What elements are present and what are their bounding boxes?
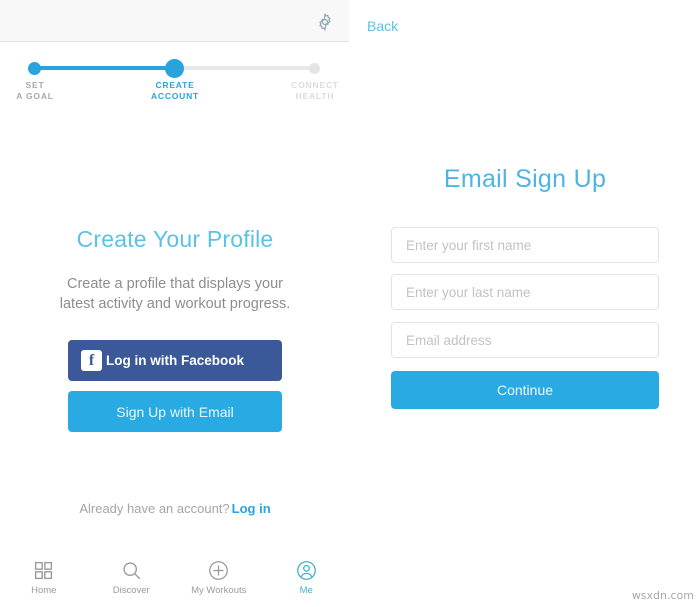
watermark: wsxdn.com — [631, 589, 694, 602]
facebook-icon: f — [81, 350, 102, 371]
create-profile-screen: SET A GOAL CREATE ACCOUNT CONNECT HEALTH… — [0, 0, 350, 607]
page-title: Create Your Profile — [76, 226, 274, 252]
signup-email-button[interactable]: Sign Up with Email — [68, 391, 282, 432]
grid-icon — [35, 561, 53, 580]
login-prompt-text: Already have an account? — [79, 501, 230, 516]
stepper-dot-connect-health[interactable] — [309, 63, 320, 74]
step2-line1: CREATE — [155, 80, 195, 90]
email-input[interactable] — [391, 322, 659, 358]
tab-home-label: Home — [31, 585, 57, 596]
stepper-dot-set-a-goal[interactable] — [28, 62, 41, 75]
gear-icon — [319, 13, 331, 31]
app-root: SET A GOAL CREATE ACCOUNT CONNECT HEALTH… — [0, 0, 700, 607]
tab-home[interactable]: Home — [0, 555, 88, 607]
tab-me[interactable]: Me — [263, 555, 351, 607]
continue-button[interactable]: Continue — [391, 371, 659, 409]
back-button[interactable]: Back — [367, 18, 398, 34]
last-name-input[interactable] — [391, 274, 659, 310]
step2-line2: ACCOUNT — [150, 91, 200, 101]
step3-line2: HEALTH — [295, 91, 335, 101]
stepper-track-fill — [36, 66, 176, 70]
stepper-dot-create-account[interactable] — [165, 59, 184, 78]
tab-my-workouts[interactable]: My Workouts — [175, 555, 263, 607]
tab-me-label: Me — [299, 585, 313, 596]
email-signup-screen: Back Email Sign Up Continue wsxdn.com — [350, 0, 700, 607]
login-prompt: Already have an account? Log in — [0, 501, 350, 516]
search-icon — [123, 562, 140, 580]
stepper-label-create-account: CREATE ACCOUNT — [139, 80, 211, 102]
tab-my-workouts-label: My Workouts — [191, 585, 247, 596]
progress-stepper: SET A GOAL CREATE ACCOUNT CONNECT HEALTH — [0, 58, 350, 108]
page-subtitle: Create a profile that displays your late… — [0, 274, 350, 314]
subtitle-line-1: Create a profile that displays your — [67, 276, 283, 292]
subtitle-line-2: latest activity and workout progress. — [59, 296, 291, 312]
plus-circle-icon — [209, 561, 229, 580]
login-link[interactable]: Log in — [232, 501, 271, 516]
stepper-label-set-a-goal: SET A GOAL — [0, 80, 70, 102]
signup-email-label: Sign Up with Email — [116, 403, 234, 420]
person-circle-icon — [296, 561, 316, 580]
facebook-login-label: Log in with Facebook — [106, 353, 244, 368]
step1-line1: SET — [25, 80, 45, 90]
settings-button[interactable] — [311, 8, 339, 36]
facebook-login-button[interactable]: f Log in with Facebook — [68, 340, 282, 381]
step3-line1: CONNECT — [291, 80, 339, 90]
tab-discover[interactable]: Discover — [88, 555, 176, 607]
step1-line2: A GOAL — [16, 91, 54, 101]
email-signup-title: Email Sign Up — [443, 165, 607, 193]
first-name-input[interactable] — [391, 227, 659, 263]
tab-discover-label: Discover — [112, 585, 150, 596]
bottom-tab-bar: Home Discover My Workouts Me — [0, 555, 350, 607]
stepper-label-connect-health: CONNECT HEALTH — [279, 80, 351, 102]
status-bar — [0, 0, 349, 42]
